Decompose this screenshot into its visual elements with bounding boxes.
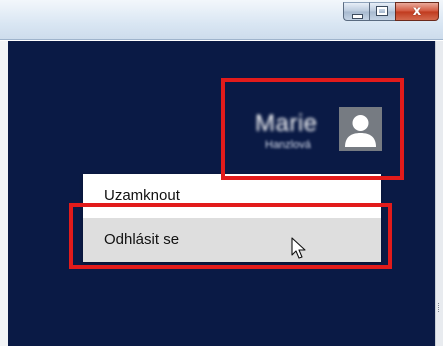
close-icon: x	[412, 4, 422, 19]
maximize-button[interactable]	[369, 2, 395, 21]
close-button[interactable]: x	[395, 2, 439, 21]
maximize-icon	[377, 7, 387, 15]
highlight-box-sign-out	[69, 203, 392, 269]
caption-buttons: x	[343, 2, 439, 22]
window-left-edge	[0, 41, 8, 346]
minimize-button[interactable]	[343, 2, 369, 21]
screenshot-root: x Marie Hanzlová Uzamknout Odhlásit se	[0, 0, 443, 346]
vertical-scrollbar[interactable]	[435, 41, 443, 346]
splitter-grip-icon	[438, 303, 441, 312]
window-title-bar: x	[0, 0, 443, 40]
minimize-icon	[352, 14, 363, 19]
highlight-box-user-tile	[221, 78, 404, 180]
